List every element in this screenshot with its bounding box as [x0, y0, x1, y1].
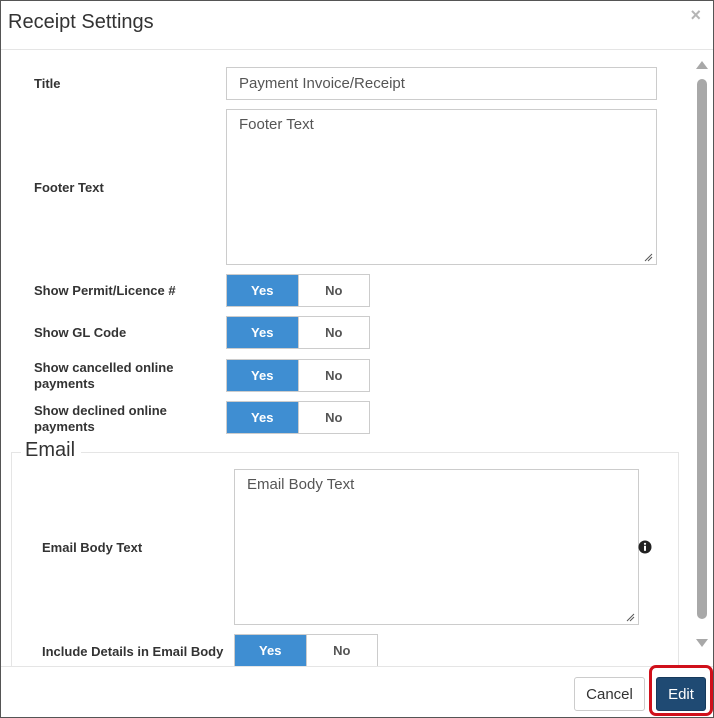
info-icon[interactable] — [638, 540, 652, 554]
dialog-header: Receipt Settings × — [1, 1, 713, 50]
email-body-area[interactable]: Email Body Text — [234, 469, 639, 625]
show-gl-code-no-button[interactable]: No — [297, 317, 369, 348]
show-permit-toggle: Yes No — [226, 274, 370, 307]
scroll-down-arrow-icon[interactable] — [695, 637, 709, 649]
include-details-no-button[interactable]: No — [305, 635, 377, 666]
show-cancelled-toggle: Yes No — [226, 359, 370, 392]
footer-text-area[interactable]: Footer Text — [226, 109, 657, 265]
footer-text-label: Footer Text — [34, 180, 104, 195]
show-declined-toggle: Yes No — [226, 401, 370, 434]
show-declined-no-button[interactable]: No — [297, 402, 369, 433]
resize-grip-icon[interactable] — [643, 252, 653, 262]
dialog-body: Title Footer Text Footer Text Show Permi… — [1, 50, 713, 666]
dialog-title: Receipt Settings — [8, 11, 154, 33]
show-permit-no-button[interactable]: No — [297, 275, 369, 306]
scrollbar[interactable] — [695, 59, 709, 665]
cancel-button[interactable]: Cancel — [574, 677, 645, 711]
receipt-settings-dialog: Receipt Settings × Title Footer Text Foo… — [0, 0, 714, 718]
dialog-footer: Cancel Edit — [1, 666, 713, 718]
scrollbar-thumb[interactable] — [697, 79, 707, 619]
edit-button-highlight — [649, 665, 713, 716]
email-body-label: Email Body Text — [42, 540, 143, 555]
show-cancelled-label-line1: Show cancelled online — [34, 360, 174, 375]
email-legend: Email — [21, 439, 82, 462]
show-cancelled-label-line2: payments — [34, 376, 95, 391]
title-label: Title — [34, 76, 61, 91]
show-permit-label: Show Permit/Licence # — [34, 283, 176, 298]
show-cancelled-yes-button[interactable]: Yes — [227, 360, 298, 391]
scroll-up-arrow-icon[interactable] — [695, 59, 709, 71]
show-gl-code-label: Show GL Code — [34, 325, 127, 340]
resize-grip-icon[interactable] — [625, 612, 635, 622]
show-gl-code-toggle: Yes No — [226, 316, 370, 349]
close-icon[interactable]: × — [690, 5, 701, 26]
show-declined-label-line2: payments — [34, 419, 95, 434]
show-declined-label-line1: Show declined online — [34, 403, 167, 418]
show-gl-code-yes-button[interactable]: Yes — [227, 317, 298, 348]
show-cancelled-no-button[interactable]: No — [297, 360, 369, 391]
show-permit-yes-button[interactable]: Yes — [227, 275, 298, 306]
include-details-yes-button[interactable]: Yes — [235, 635, 306, 666]
title-input[interactable] — [226, 67, 657, 100]
include-details-toggle: Yes No — [234, 634, 378, 666]
include-details-label: Include Details in Email Body — [42, 644, 224, 659]
show-declined-yes-button[interactable]: Yes — [227, 402, 298, 433]
